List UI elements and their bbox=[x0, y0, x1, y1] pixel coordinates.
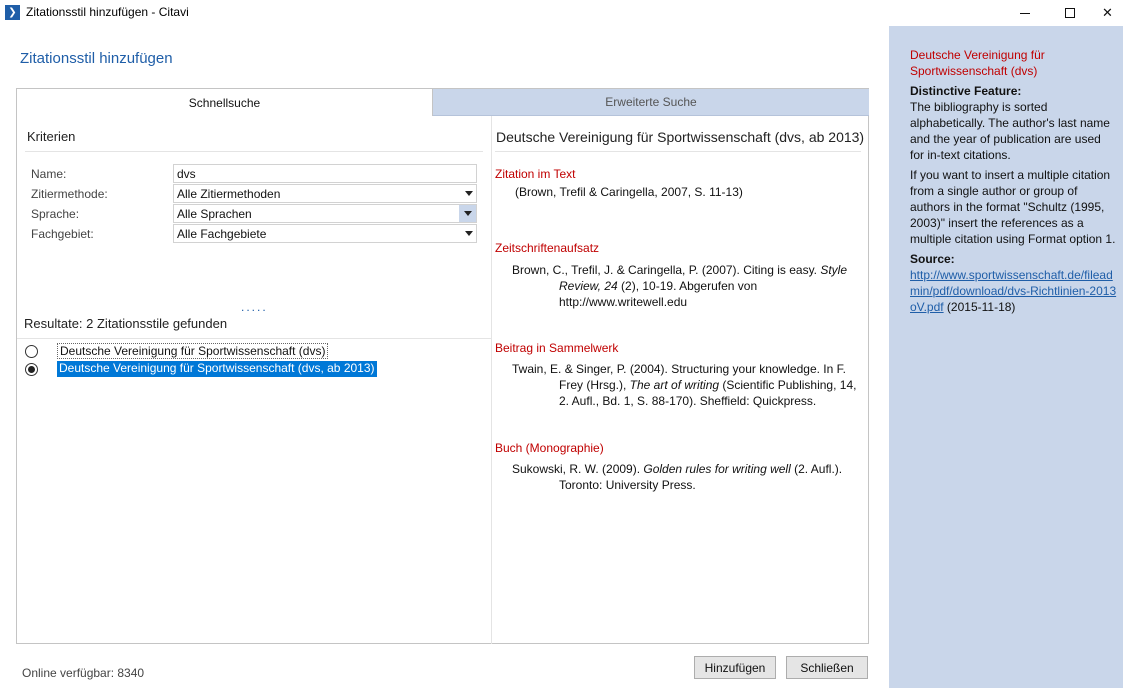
result-item-dvs[interactable]: Deutsche Vereinigung für Sportwissenscha… bbox=[57, 343, 329, 359]
main-panel: Schnellsuche Erweiterte Suche Kriterien … bbox=[16, 88, 869, 644]
preview-divider bbox=[495, 151, 861, 152]
tab-quick-search[interactable]: Schnellsuche bbox=[17, 89, 433, 116]
tab-advanced-search[interactable]: Erweiterte Suche bbox=[433, 89, 869, 116]
result-radio-dvs[interactable] bbox=[25, 345, 38, 358]
field-select[interactable]: Alle Fachgebiete bbox=[173, 224, 477, 243]
pane-divider bbox=[491, 116, 492, 644]
name-input[interactable]: dvs bbox=[173, 164, 477, 183]
result-radio-dvs-2013[interactable] bbox=[25, 363, 38, 376]
maximize-button[interactable] bbox=[1047, 0, 1093, 26]
info-source: http://www.sportwissenschaft.de/fileadmi… bbox=[910, 267, 1117, 315]
ref-anthology: Twain, E. & Singer, P. (2004). Structuri… bbox=[512, 361, 867, 409]
name-label: Name: bbox=[31, 167, 67, 181]
info-multi-text: If you want to insert a multiple citatio… bbox=[910, 168, 1116, 246]
info-title: Deutsche Vereinigung für Sportwissenscha… bbox=[910, 48, 1045, 78]
method-select[interactable]: Alle Zitiermethoden bbox=[173, 184, 477, 203]
preview-title: Deutsche Vereinigung für Sportwissenscha… bbox=[496, 129, 865, 145]
minimize-icon bbox=[1020, 12, 1030, 14]
chevron-down-icon bbox=[465, 191, 473, 196]
method-select-value: Alle Zitiermethoden bbox=[177, 187, 281, 201]
section-title-book: Buch (Monographie) bbox=[495, 441, 604, 455]
close-button[interactable]: Schließen bbox=[786, 656, 868, 679]
ref-journal-pre: Brown, C., Trefil, J. & Caringella, P. (… bbox=[512, 263, 821, 277]
language-dropdown-button[interactable] bbox=[459, 205, 476, 222]
add-button[interactable]: Hinzufügen bbox=[694, 656, 776, 679]
results-divider bbox=[17, 338, 491, 339]
minimize-button[interactable] bbox=[1002, 0, 1048, 26]
result-item-dvs-2013[interactable]: Deutsche Vereinigung für Sportwissenscha… bbox=[57, 361, 377, 377]
close-window-button[interactable]: ✕ bbox=[1092, 0, 1123, 26]
results-label: Resultate: 2 Zitationsstile gefunden bbox=[24, 316, 228, 331]
dialog-heading: Zitationsstil hinzufügen bbox=[20, 50, 173, 67]
language-select-value: Alle Sprachen bbox=[177, 207, 252, 221]
ref-journal: Brown, C., Trefil, J. & Caringella, P. (… bbox=[512, 262, 867, 310]
title-bar: ❯ Zitationsstil hinzufügen - Citavi ✕ bbox=[0, 0, 1123, 26]
language-label: Sprache: bbox=[31, 207, 80, 221]
criteria-divider bbox=[25, 151, 483, 152]
maximize-icon bbox=[1065, 8, 1075, 18]
chevron-down-icon bbox=[464, 211, 472, 216]
section-title-anthology: Beitrag in Sammelwerk bbox=[495, 341, 619, 355]
info-feature-heading: Distinctive Feature: bbox=[910, 84, 1022, 98]
section-title-journal: Zeitschriftenaufsatz bbox=[495, 241, 600, 255]
criteria-title: Kriterien bbox=[27, 129, 76, 144]
section-title-in-text: Zitation im Text bbox=[495, 167, 576, 181]
window-title: Zitationsstil hinzufügen - Citavi bbox=[26, 5, 189, 19]
info-panel: Deutsche Vereinigung für Sportwissenscha… bbox=[889, 26, 1123, 688]
field-select-value: Alle Fachgebiete bbox=[177, 227, 267, 241]
field-label: Fachgebiet: bbox=[31, 227, 94, 241]
splitter-handle[interactable]: ..... bbox=[241, 300, 268, 314]
source-date: (2015-11-18) bbox=[943, 300, 1016, 314]
info-source-heading: Source: bbox=[910, 252, 955, 266]
language-select[interactable]: Alle Sprachen bbox=[173, 204, 477, 223]
ref-anthology-italic: The art of writing bbox=[629, 378, 720, 392]
ref-book-italic: Golden rules for writing well bbox=[643, 462, 791, 476]
ref-in-text: (Brown, Trefil & Caringella, 2007, S. 11… bbox=[515, 185, 743, 199]
online-count: Online verfügbar: 8340 bbox=[22, 666, 145, 680]
close-icon: ✕ bbox=[1102, 5, 1113, 20]
info-feature-text: The bibliography is sorted alphabeticall… bbox=[910, 100, 1110, 162]
name-input-value: dvs bbox=[177, 167, 196, 181]
chevron-down-icon bbox=[465, 231, 473, 236]
method-label: Zitiermethode: bbox=[31, 187, 108, 201]
citavi-app-icon: ❯ bbox=[5, 5, 20, 20]
ref-book: Sukowski, R. W. (2009). Golden rules for… bbox=[512, 461, 867, 493]
ref-book-pre: Sukowski, R. W. (2009). bbox=[512, 462, 644, 476]
